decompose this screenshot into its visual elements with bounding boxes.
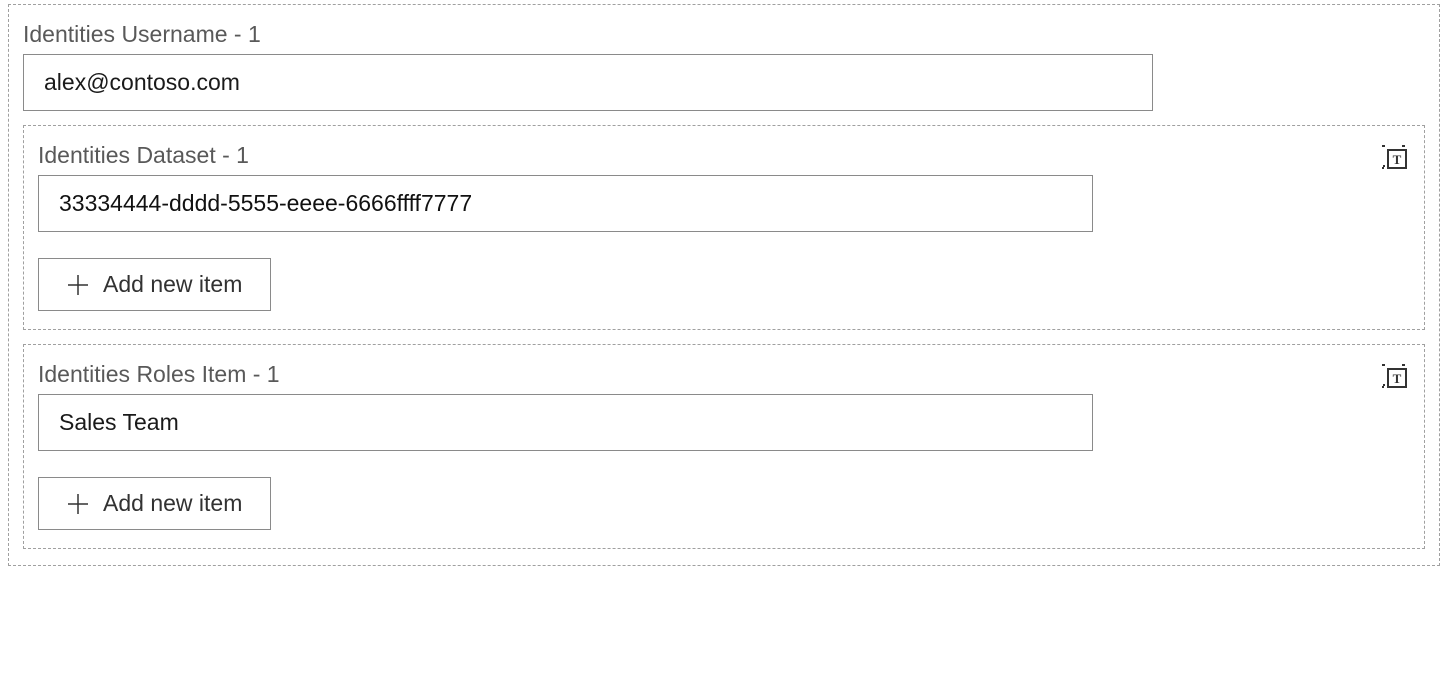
roles-add-button[interactable]: Add new item (38, 477, 271, 530)
dataset-label: Identities Dataset - 1 (38, 142, 1410, 169)
dataset-input[interactable] (38, 175, 1093, 232)
roles-label: Identities Roles Item - 1 (38, 361, 1410, 388)
roles-add-label: Add new item (103, 490, 242, 517)
username-section: Identities Username - 1 T (23, 21, 1425, 111)
svg-text:T: T (1393, 152, 1402, 167)
roles-section: T Identities Roles Item - 1 Add new item (23, 344, 1425, 549)
svg-text:T: T (1393, 371, 1402, 386)
roles-input[interactable] (38, 394, 1093, 451)
plus-icon (67, 493, 89, 515)
dynamic-content-icon[interactable]: T (1380, 142, 1410, 172)
dynamic-content-icon[interactable]: T (1380, 361, 1410, 391)
identities-container: Identities Username - 1 T T Identities D… (8, 4, 1440, 566)
dataset-add-label: Add new item (103, 271, 242, 298)
username-label: Identities Username - 1 (23, 21, 1425, 48)
username-input[interactable] (23, 54, 1153, 111)
dataset-add-button[interactable]: Add new item (38, 258, 271, 311)
dataset-section: T Identities Dataset - 1 Add new item (23, 125, 1425, 330)
plus-icon (67, 274, 89, 296)
